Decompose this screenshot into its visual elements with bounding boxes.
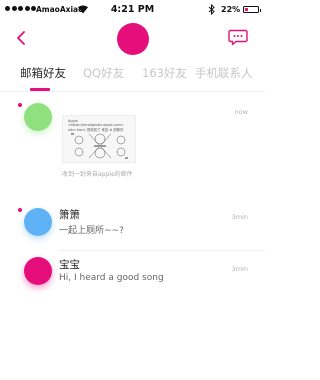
divider [59,250,265,251]
tab-163-friends[interactable]: 163好友 [142,65,187,81]
avatar[interactable] [117,23,149,55]
status-bar: AmaoAxiao 4:21 PM 22% [0,0,265,20]
tab-bar: 邮箱好友 QQ好友 163好友 手机联系人 [0,62,265,88]
message-time: 3min [231,213,248,221]
mail-preview-image [71,133,128,159]
contact-avatar [24,208,52,236]
contact-avatar [24,103,52,131]
tab-qq-friends[interactable]: QQ好友 [83,65,124,81]
mail-caption: 收到一封来自apple的邮件 [62,171,133,178]
list-item[interactable]: 箫箫 一起上厕所~~? 3min [0,200,265,250]
back-button[interactable] [14,29,28,47]
unread-dot [18,208,22,212]
battery-level [245,8,248,11]
divider [0,91,265,92]
battery-percent: 22% [221,5,241,14]
tab-phone-contacts[interactable]: 手机联系人 [195,65,253,81]
contact-name: 宝宝 [59,259,80,271]
list-item[interactable]: 宝宝 Hi, I heard a good song 3min [0,252,265,302]
contact-name: 箫箫 [59,209,80,221]
message-time: now [234,108,248,116]
tab-mail-friends[interactable]: 邮箱好友 [20,65,66,81]
message-time: 3min [231,265,248,273]
unread-dot [18,103,22,107]
chat-bubble-icon [228,29,248,46]
battery-icon [243,6,261,13]
message-button[interactable] [228,29,248,46]
message-preview: 一起上厕所~~? [59,226,124,236]
message-preview: Hi, I heard a good song [59,273,164,283]
bluetooth-icon [208,4,215,15]
mail-preview-card[interactable]: Apple <https://mroriginals.apple.com> re… [62,115,136,163]
contact-avatar [24,257,52,285]
